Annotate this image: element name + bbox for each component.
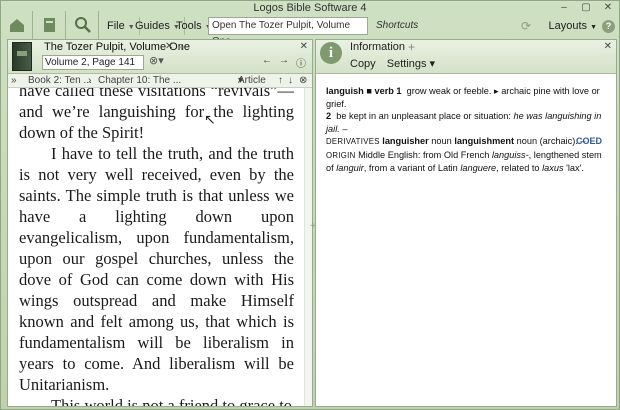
origin-word: languiss- <box>491 149 529 160</box>
origin-text: , related to <box>496 163 540 173</box>
origin-word: laxus <box>542 163 564 173</box>
prev-article-icon[interactable]: ↑ <box>278 74 283 87</box>
derivative-1: languisher <box>382 136 429 146</box>
go-box-input[interactable]: Open The Tozer Pulpit, Volume One <box>208 17 368 47</box>
navigation-controls: ← → ⓘ <box>262 55 306 70</box>
resource-panel: The Tozer Pulpit, Volume One ✕ + ✕ Volum… <box>7 39 313 407</box>
entry-marker-icon: ■ <box>366 86 372 96</box>
refresh-icon[interactable]: ⟳ <box>521 19 531 33</box>
close-panel-icon[interactable]: ✕ <box>604 41 612 52</box>
entry-pos: verb 1 <box>374 86 402 96</box>
home-icon <box>9 19 24 32</box>
settings-menu[interactable]: Settings ▾ <box>387 58 435 70</box>
definition-2: be kept in an unpleasant place or situat… <box>336 111 511 121</box>
layouts-label: Layouts <box>548 20 588 32</box>
information-panel: i Information + ✕ Copy Settings ▾ langui… <box>315 39 617 407</box>
visual-filter-icon[interactable]: ⊗▾ <box>149 54 164 67</box>
paragraph: This world is not a friend to grace to <box>51 396 293 406</box>
info-circle-icon[interactable]: ⓘ <box>296 55 306 70</box>
paragraph: have called these visitations “revivals”… <box>19 88 294 142</box>
paragraph: I have to tell the truth, and the truth … <box>19 144 294 394</box>
forward-arrow-icon[interactable]: → <box>279 55 289 70</box>
home-button[interactable] <box>1 11 33 39</box>
settings-label: Settings <box>386 58 427 70</box>
entry-word[interactable]: languish <box>326 86 364 96</box>
reading-pane[interactable]: have called these visitations “revivals”… <box>8 88 304 406</box>
breadcrumb-expand-icon[interactable]: » <box>11 74 17 87</box>
origin-text: Middle English: from Old French <box>358 149 490 160</box>
tools-menu-label: Tools <box>176 20 202 32</box>
origin-text: 'lax'. <box>566 163 584 173</box>
origin-word: languir <box>336 163 364 173</box>
close-panel-icon[interactable]: ✕ <box>300 41 308 52</box>
guides-menu-label: Guides <box>135 20 170 32</box>
chevron-down-icon: ▼ <box>590 24 597 31</box>
dictionary-entry: languish ■ verb 1 grow weak or feeble. ▸… <box>326 86 602 173</box>
breadcrumb-chapter[interactable]: Chapter 10: The ... <box>98 74 181 87</box>
main-toolbar: File▼ Guides▼ Tools▼ Open The Tozer Pulp… <box>1 11 619 47</box>
close-tab-icon[interactable]: ✕ <box>165 41 173 52</box>
add-tab-icon[interactable]: + <box>408 40 415 54</box>
article-label: Article <box>238 75 266 86</box>
search-icon <box>74 17 91 33</box>
library-button[interactable] <box>34 11 66 39</box>
derivative-1-pos: noun <box>431 136 452 146</box>
library-icon <box>43 18 55 32</box>
breadcrumb: » Book 2: Ten ... › Chapter 10: The ... … <box>8 74 312 88</box>
origin-word: languere <box>460 163 497 173</box>
file-menu-label: File <box>107 20 125 32</box>
copy-button[interactable]: Copy <box>350 58 376 70</box>
information-toolbar: Copy Settings ▾ <box>350 57 435 70</box>
article-selector[interactable]: Article ▾ <box>238 74 266 87</box>
information-panel-header: i Information + ✕ Copy Settings ▾ <box>316 40 616 74</box>
shortcuts-bar[interactable]: Shortcuts <box>376 17 418 35</box>
definition-2-number: 2 <box>326 111 332 121</box>
derivative-2: languishment <box>454 136 515 146</box>
reference-input[interactable]: Volume 2, Page 141 <box>42 55 144 70</box>
back-arrow-icon[interactable]: ← <box>262 55 272 70</box>
resource-panel-header: The Tozer Pulpit, Volume One ✕ + ✕ Volum… <box>8 40 312 74</box>
breadcrumb-book[interactable]: Book 2: Ten ... <box>28 74 92 87</box>
derivatives-label: DERIVATIVES <box>326 137 380 146</box>
play-triangle-icon: ▸ <box>494 86 499 96</box>
search-button[interactable] <box>67 11 99 39</box>
tab-information[interactable]: Information <box>350 41 405 53</box>
close-bar-icon[interactable]: ⊗ <box>299 74 307 87</box>
definition-1: grow weak or feeble. <box>406 86 492 96</box>
origin-label: ORIGIN <box>326 150 356 160</box>
layouts-menu[interactable]: Layouts ▼ <box>549 17 597 35</box>
origin-text: , from a variant of Latin <box>363 163 458 173</box>
app-window: Logos Bible Software 4 – ▢ ✕ File ▼ Guide… <box>0 0 620 410</box>
mouse-cursor-icon: ↖ <box>204 111 216 127</box>
reading-scrollbar[interactable] <box>304 88 312 406</box>
book-cover-icon[interactable] <box>12 42 32 71</box>
help-button[interactable]: ? <box>602 20 615 33</box>
next-article-icon[interactable]: ↓ <box>288 74 293 87</box>
source-link[interactable]: COED <box>576 136 602 146</box>
add-tab-icon[interactable]: + <box>178 40 185 54</box>
information-icon[interactable]: i <box>320 42 342 64</box>
breadcrumb-separator-icon: › <box>88 75 92 86</box>
